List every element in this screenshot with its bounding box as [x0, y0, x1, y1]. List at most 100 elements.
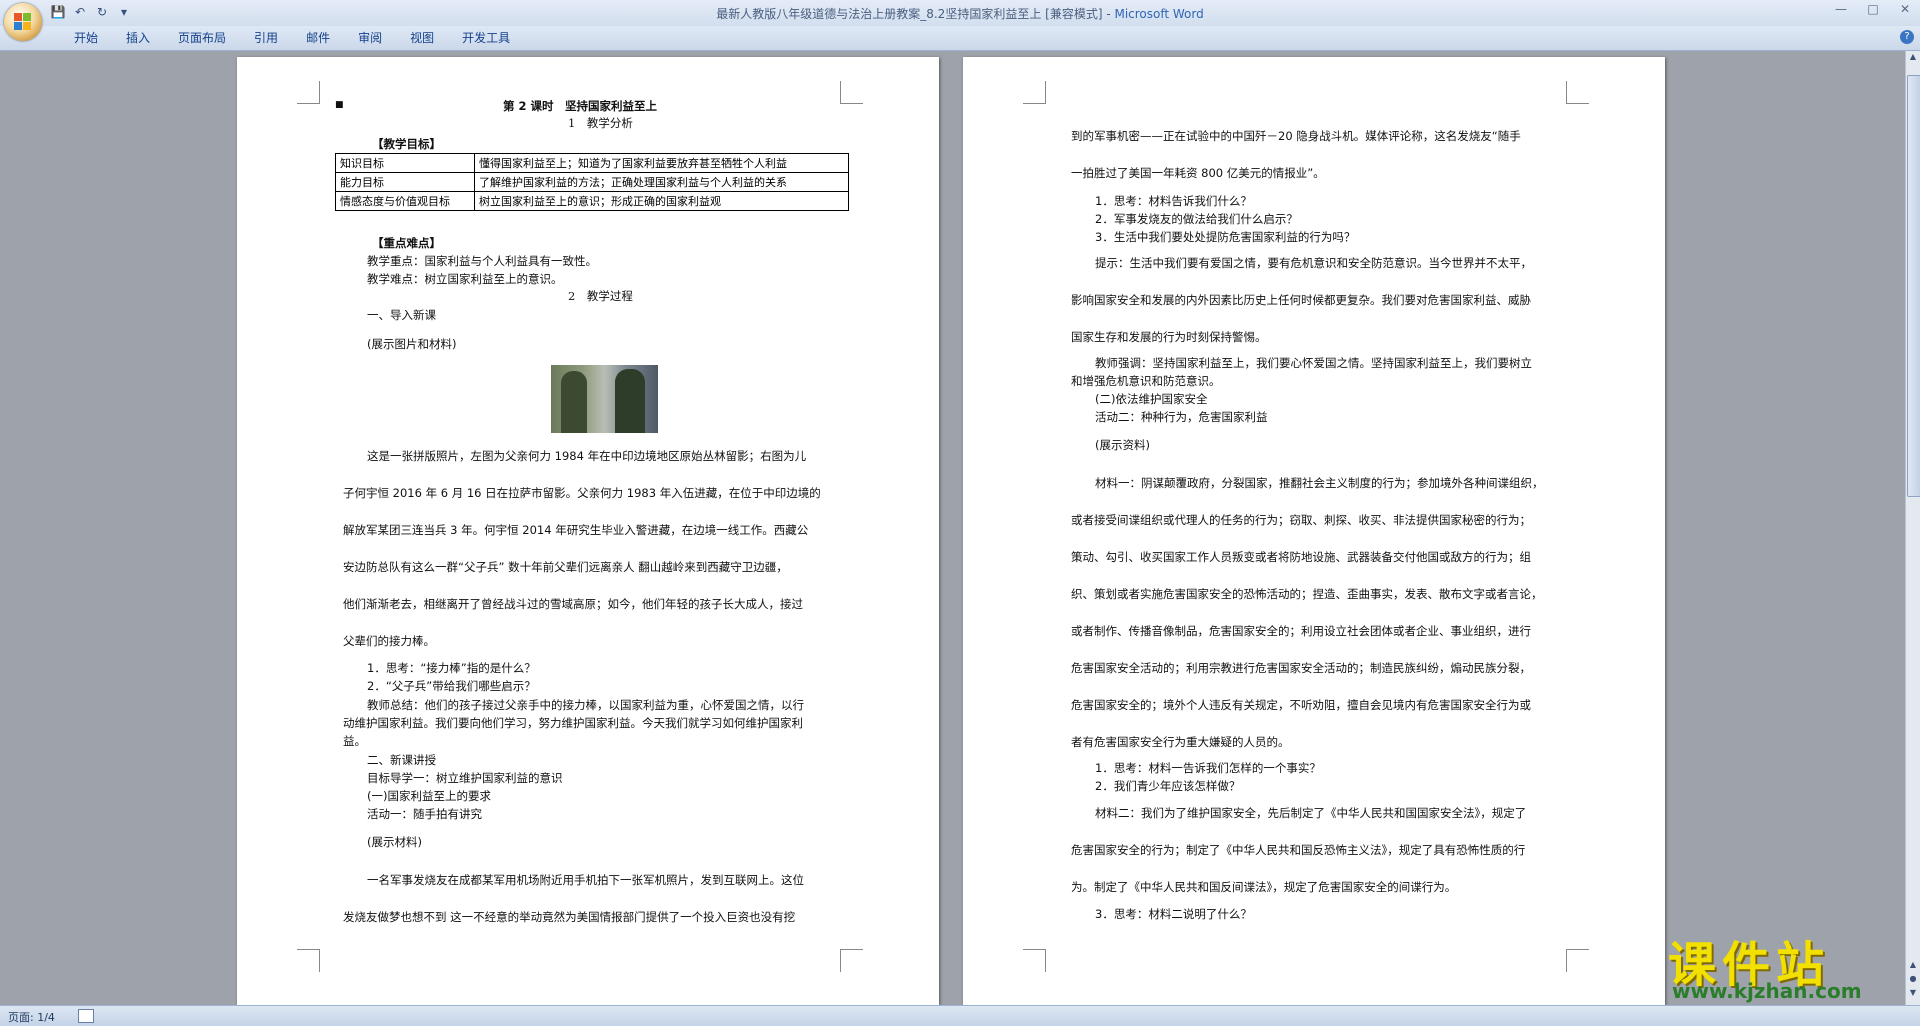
paragraph[interactable]: 一、导入新课 [367, 307, 436, 323]
page-1: ■ 第 2 课时 坚持国家利益至上 1 教学分析 【教学目标】 知识目标 懂得国… [237, 57, 939, 1005]
maximize-icon[interactable]: □ [1864, 2, 1882, 16]
watermark-url: www.kjzhan.com [1672, 979, 1862, 1003]
table-cell[interactable]: 能力目标 [335, 172, 475, 192]
paragraph-line[interactable]: 安边防总队有这么一群“父子兵” 数十年前父辈们远离亲人 翻山越岭来到西藏守卫边疆… [343, 559, 788, 575]
lesson-title[interactable]: 第 2 课时 坚持国家利益至上 [503, 98, 657, 114]
paragraph-line[interactable]: 和增强危机意识和防范意识。 [1071, 373, 1221, 389]
next-page-icon[interactable]: ▼ [1906, 987, 1920, 999]
paragraph[interactable]: (二)依法维护国家安全 [1095, 391, 1207, 407]
tab-home[interactable]: 开始 [60, 30, 112, 46]
question[interactable]: 1．思考：材料一告诉我们怎样的一个事实？ [1095, 760, 1321, 776]
paragraph-line[interactable]: 影响国家安全和发展的内外因素比历史上任何时候都更复杂。我们要对危害国家利益、威胁 [1071, 292, 1531, 308]
paragraph-line[interactable]: 解放军某团三连当兵 3 年。何宇恒 2014 年研究生毕业入警进藏，在边境一线工… [343, 522, 808, 538]
paragraph-line[interactable]: 他们渐渐老去，相继离开了曾经战斗过的雪域高原；如今，他们年轻的孩子长大成人，接过 [343, 596, 803, 612]
proofing-icon[interactable] [78, 1009, 94, 1023]
paragraph[interactable]: 教学难点：树立国家利益至上的意识。 [367, 271, 563, 287]
paragraph[interactable]: (展示资料) [1095, 437, 1150, 453]
help-icon[interactable]: ? [1900, 30, 1914, 44]
page-count[interactable]: 页面: 1/4 [8, 1009, 55, 1025]
objectives-header[interactable]: 【教学目标】 [372, 136, 441, 152]
question[interactable]: 3．生活中我们要处处提防危害国家利益的行为吗？ [1095, 229, 1355, 245]
paragraph-line[interactable]: 危害国家安全的行为；制定了《中华人民共和国反恐怖主义法》，规定了具有恐怖性质的行 [1071, 842, 1525, 858]
office-logo-icon [14, 13, 32, 31]
paragraph-line[interactable]: 一名军事发烧友在成都某军用机场附近用手机拍下一张军机照片，发到互联网上。这位 [367, 872, 804, 888]
browse-object-icon[interactable]: ● [1906, 973, 1920, 985]
table-cell[interactable]: 知识目标 [335, 153, 475, 173]
crop-mark [1566, 949, 1589, 972]
title-bar: 💾 ↶ ↻ ▾ 最新人教版八年级道德与法治上册教案_8.2坚持国家利益至上 [兼… [0, 0, 1920, 41]
person-figure [615, 369, 645, 433]
window-title: 最新人教版八年级道德与法治上册教案_8.2坚持国家利益至上 [兼容模式] - M… [716, 7, 1204, 21]
paragraph-line[interactable]: 发烧友做梦也想不到 这一不经意的举动竟然为美国情报部门提供了一个投入巨资也没有挖 [343, 909, 795, 925]
tab-mailings[interactable]: 邮件 [292, 30, 344, 46]
paragraph[interactable]: 教学重点：国家利益与个人利益具有一致性。 [367, 253, 597, 269]
paragraph-line[interactable]: 父辈们的接力棒。 [343, 633, 435, 649]
question[interactable]: 1．思考：材料告诉我们什么？ [1095, 193, 1252, 209]
paragraph[interactable]: 活动一：随手拍有讲究 [367, 806, 482, 822]
scroll-up-icon[interactable]: ▲ [1906, 51, 1920, 63]
paragraph-line[interactable]: 材料一：阴谋颠覆政府，分裂国家，推翻社会主义制度的行为；参加境外各种间谍组织， [1095, 475, 1544, 491]
table-row: 能力目标 了解维护国家利益的方法；正确处理国家利益与个人利益的关系 [335, 172, 849, 192]
paragraph-line[interactable]: 动维护国家利益。我们要向他们学习，努力维护国家利益。今天我们就学习如何维护国家利 [343, 715, 803, 731]
prev-page-icon[interactable]: ▲ [1906, 959, 1920, 971]
tab-insert[interactable]: 插入 [112, 30, 164, 46]
page-2: 到的军事机密——正在试验中的中国歼－20 隐身战斗机。媒体评论称，这名发烧友“随… [963, 57, 1665, 1005]
scrollbar-thumb[interactable] [1907, 75, 1920, 497]
crop-mark [1566, 81, 1589, 104]
tab-review[interactable]: 审阅 [344, 30, 396, 46]
paragraph-line[interactable]: 一拍胜过了美国一年耗资 800 亿美元的情报业”。 [1071, 165, 1325, 181]
office-button[interactable] [4, 3, 42, 41]
table-cell[interactable]: 懂得国家利益至上；知道为了国家利益要放弃甚至牺牲个人利益 [474, 153, 849, 173]
paragraph-line[interactable]: 国家生存和发展的行为时刻保持警惕。 [1071, 329, 1267, 345]
paragraph-line[interactable]: 织、策划或者实施危害国家安全的恐怖活动的；捏造、歪曲事实，发表、散布文字或者言论… [1071, 586, 1543, 602]
paragraph-line[interactable]: 策动、勾引、收买国家工作人员叛变或者将防地设施、武器装备交付他国或敌方的行为；组 [1071, 549, 1531, 565]
paragraph-line[interactable]: 者有危害国家安全行为重大嫌疑的人员的。 [1071, 734, 1290, 750]
tab-view[interactable]: 视图 [396, 30, 448, 46]
section-heading[interactable]: 2 教学过程 [568, 288, 633, 304]
paragraph-line[interactable]: 教师强调：坚持国家利益至上，我们要心怀爱国之情。坚持国家利益至上，我们要树立 [1095, 355, 1532, 371]
paragraph[interactable]: 活动二：种种行为，危害国家利益 [1095, 409, 1268, 425]
paragraph-line[interactable]: 到的军事机密——正在试验中的中国歼－20 隐身战斗机。媒体评论称，这名发烧友“随… [1071, 128, 1521, 144]
paragraph[interactable]: (展示图片和材料) [367, 336, 456, 352]
paragraph[interactable]: (展示材料) [367, 834, 422, 850]
table-cell[interactable]: 了解维护国家利益的方法；正确处理国家利益与个人利益的关系 [474, 172, 849, 192]
close-icon[interactable]: ✕ [1896, 2, 1914, 16]
question[interactable]: 3．思考：材料二说明了什么？ [1095, 906, 1252, 922]
paragraph-line[interactable]: 为。制定了《中华人民共和国反间谍法》，规定了危害国家安全的间谍行为。 [1071, 879, 1456, 895]
crop-mark [840, 81, 863, 104]
paragraph-line[interactable]: 子何宇恒 2016 年 6 月 16 日在拉萨市留影。父亲何力 1983 年入伍… [343, 485, 821, 501]
tab-page-layout[interactable]: 页面布局 [164, 30, 240, 46]
paragraph-line[interactable]: 提示：生活中我们要有爱国之情，要有危机意识和安全防范意识。当今世界并不太平， [1095, 255, 1532, 271]
section-heading[interactable]: 1 教学分析 [568, 115, 633, 131]
paragraph[interactable]: 目标导学一：树立维护国家利益的意识 [367, 770, 563, 786]
question[interactable]: 2．“父子兵”带给我们哪些启示？ [367, 678, 536, 694]
photo-father-son[interactable] [551, 365, 658, 433]
paragraph-line[interactable]: 或者接受间谍组织或代理人的任务的行为；窃取、刺探、收买、非法提供国家秘密的行为； [1071, 512, 1531, 528]
paragraph-line[interactable]: 或者制作、传播音像制品，危害国家安全的；利用设立社会团体或者企业、事业组织，进行 [1071, 623, 1531, 639]
table-cell[interactable]: 情感态度与价值观目标 [335, 191, 475, 211]
paragraph[interactable]: 二、新课讲授 [367, 752, 436, 768]
question[interactable]: 2．军事发烧友的做法给我们什么启示？ [1095, 211, 1298, 227]
paragraph-line[interactable]: 材料二：我们为了维护国家安全，先后制定了《中华人民共和国国家安全法》，规定了 [1095, 805, 1526, 821]
question[interactable]: 1．思考：“接力棒”指的是什么？ [367, 660, 536, 676]
paragraph-line[interactable]: 教师总结：他们的孩子接过父亲手中的接力棒，以国家利益为重，心怀爱国之情，以行 [367, 697, 804, 713]
paragraph-line[interactable]: 益。 [343, 733, 366, 749]
crop-mark [297, 949, 320, 972]
person-figure [561, 371, 587, 433]
paragraph-line[interactable]: 这是一张拼版照片，左图为父亲何力 1984 年在中印边境地区原始丛林留影；右图为… [367, 448, 806, 464]
tab-developer[interactable]: 开发工具 [448, 30, 524, 46]
document-area: ■ 第 2 课时 坚持国家利益至上 1 教学分析 【教学目标】 知识目标 懂得国… [0, 51, 1906, 1005]
ribbon-tabs: 开始 插入 页面布局 引用 邮件 审阅 视图 开发工具 ? [0, 26, 1920, 51]
paragraph-line[interactable]: 危害国家安全的；境外个人违反有关规定，不听劝阻，擅自会见境内有危害国家安全行为或 [1071, 697, 1531, 713]
crop-mark [297, 81, 320, 104]
question[interactable]: 2．我们青少年应该怎样做？ [1095, 778, 1240, 794]
paragraph-line[interactable]: 危害国家安全活动的；利用宗教进行危害国家安全活动的；制造民族纠纷，煽动民族分裂， [1071, 660, 1531, 676]
objectives-table: 知识目标 懂得国家利益至上；知道为了国家利益要放弃甚至牺牲个人利益 能力目标 了… [335, 153, 849, 211]
tab-references[interactable]: 引用 [240, 30, 292, 46]
minimize-icon[interactable]: — [1832, 2, 1850, 16]
key-points-header[interactable]: 【重点难点】 [372, 235, 441, 251]
watermark-logo: 课件站 www.kjzhan.com [1668, 925, 1908, 1005]
table-cell[interactable]: 树立国家利益至上的意识；形成正确的国家利益观 [474, 191, 849, 211]
vertical-scrollbar[interactable]: ▲ ▲ ● ▼ [1905, 51, 1920, 1005]
paragraph[interactable]: (一)国家利益至上的要求 [367, 788, 491, 804]
